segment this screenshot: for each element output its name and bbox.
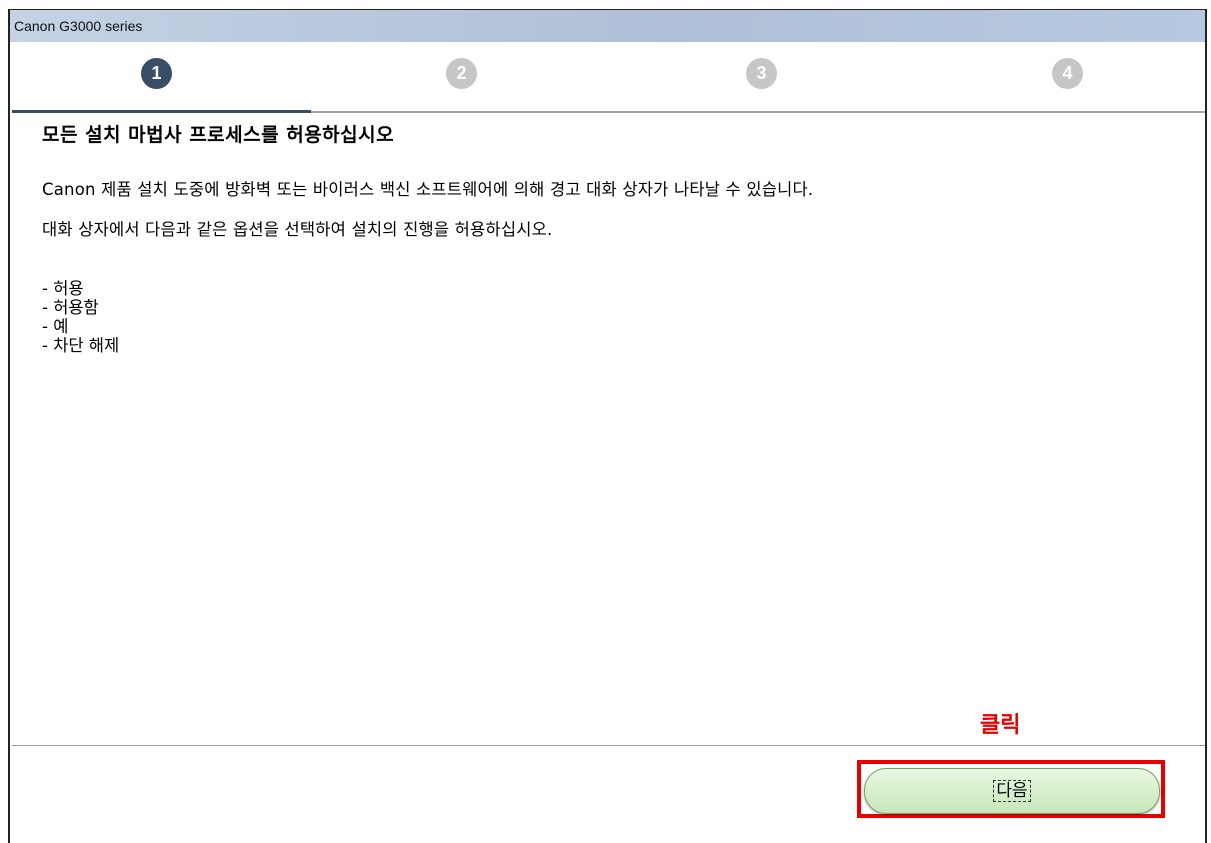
step-4-indicator: 4 [1052,58,1083,89]
description: Canon 제품 설치 도중에 방화벽 또는 바이러스 백신 소프트웨어에 의해… [42,160,1185,260]
next-button-label: 다음 [993,780,1031,802]
option-item: - 허용함 [42,298,99,317]
window-title: Canon G3000 series [14,18,143,34]
page-title: 모든 설치 마법사 프로세스를 허용하십시오 [42,124,395,146]
option-item: - 예 [42,317,69,336]
step-2-indicator: 2 [446,58,477,89]
description-line-2: 대화 상자에서 다음과 같은 옵션을 선택하여 설치의 진행을 허용하십시오. [42,220,553,239]
window-title-bar: Canon G3000 series [10,10,1205,42]
step-1-indicator: 1 [141,58,172,89]
option-item: - 차단 해제 [42,336,120,355]
next-button[interactable]: 다음 [864,768,1160,814]
step-indicator: 1 2 3 4 [10,42,1205,114]
installer-window: Canon G3000 series 1 2 3 4 모든 설치 마법사 프로세… [8,9,1207,843]
footer-divider [12,745,1205,746]
option-item: - 허용 [42,279,84,298]
description-line-1: Canon 제품 설치 도중에 방화벽 또는 바이러스 백신 소프트웨어에 의해… [42,180,814,199]
allow-options-list: - 허용 - 허용함 - 예 - 차단 해제 [42,279,1185,355]
main-content: 모든 설치 마법사 프로세스를 허용하십시오 Canon 제품 설치 도중에 방… [42,122,1185,355]
step-progress-bar [12,110,311,113]
click-annotation-label: 클릭 [980,713,1021,738]
step-3-indicator: 3 [746,58,777,89]
